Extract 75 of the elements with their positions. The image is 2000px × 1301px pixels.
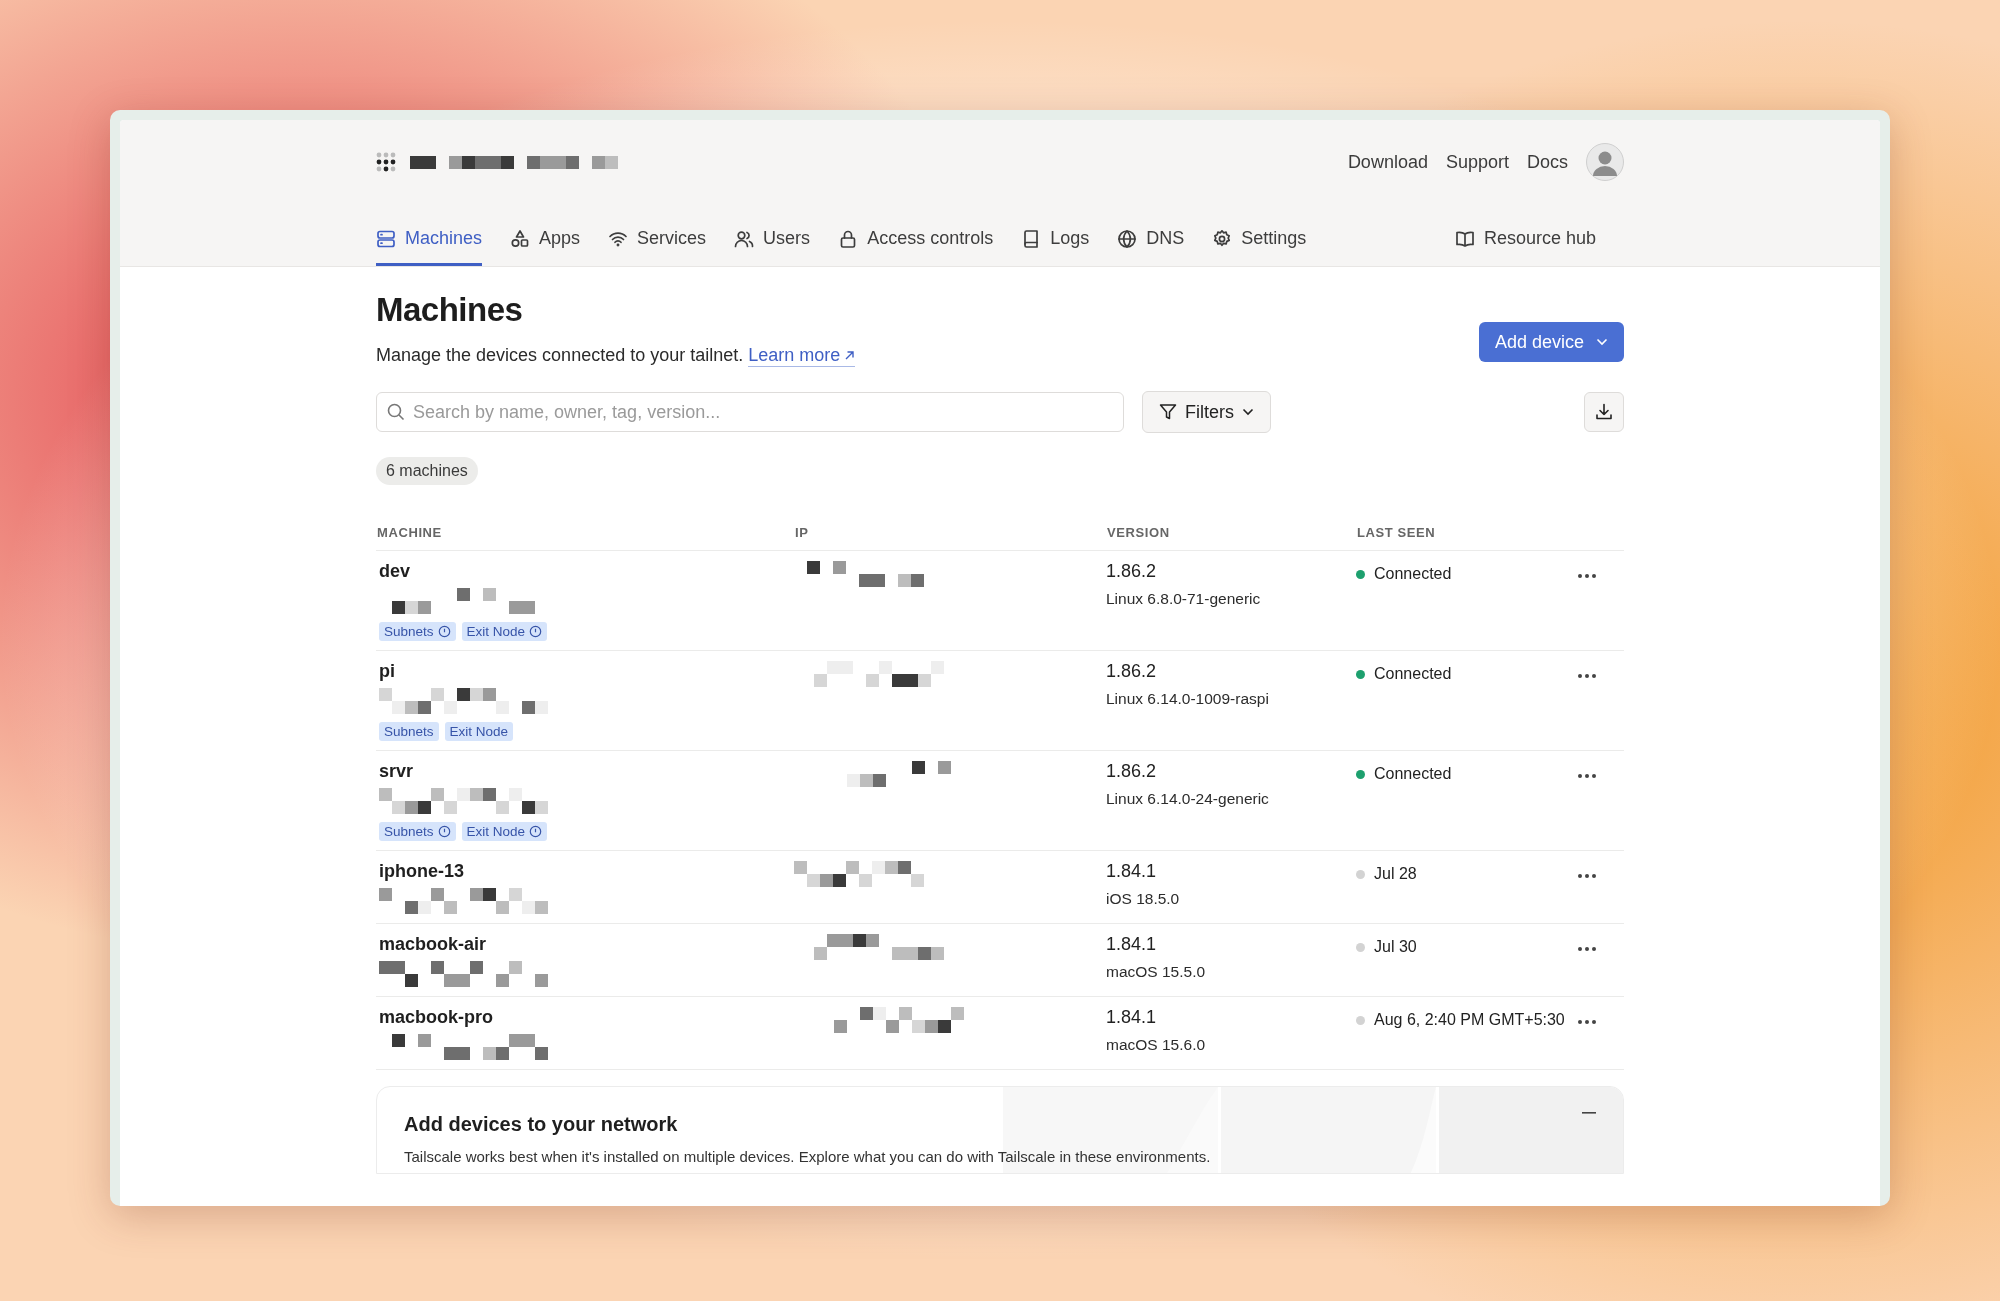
tag-badge: Exit Node <box>461 622 548 641</box>
nav-tab[interactable]: Settings <box>1212 228 1307 266</box>
learn-more-link[interactable]: Learn more <box>748 345 856 367</box>
machine-name: macbook-pro <box>379 1007 493 1028</box>
users-icon <box>734 228 755 249</box>
last-seen-text: Connected <box>1374 565 1452 583</box>
column-header: IP <box>794 525 1106 551</box>
settings-icon <box>1212 228 1233 249</box>
page-description: Manage the devices connected to your tailnet. Learn more <box>376 345 856 367</box>
page-title: Machines <box>376 291 523 329</box>
external-link-icon <box>844 350 856 361</box>
os-text: iOS 18.5.0 <box>1106 890 1181 908</box>
last-seen-text: Aug 6, 2:40 PM GMT+5:30 <box>1374 1011 1565 1029</box>
nav-tab[interactable]: Machines <box>376 228 483 266</box>
add-device-button[interactable]: Add device <box>1478 322 1624 362</box>
book-icon <box>1454 228 1475 249</box>
os-text: Linux 6.8.0-71-generic <box>1106 590 1262 608</box>
machine-name: dev <box>379 561 411 582</box>
machine-count-badge: 6 machines <box>376 457 478 485</box>
search-icon <box>387 403 405 421</box>
column-header: VERSION <box>1106 525 1356 551</box>
machine-name: iphone-13 <box>379 861 464 882</box>
logo-icon[interactable] <box>376 152 396 172</box>
version-text: 1.84.1 <box>1106 934 1158 955</box>
header-link[interactable]: Docs <box>1527 151 1568 173</box>
info-icon <box>529 825 543 838</box>
tag-badge: Exit Node <box>444 722 514 741</box>
os-text: Linux 6.14.0-24-generic <box>1106 790 1270 808</box>
avatar[interactable] <box>1586 143 1624 181</box>
header-link[interactable]: Download <box>1347 151 1428 173</box>
nav-tab[interactable]: Access controls <box>838 228 994 266</box>
info-icon <box>437 825 451 838</box>
os-text: Linux 6.14.0-1009-raspi <box>1106 690 1270 708</box>
column-header: MACHINE <box>376 525 794 551</box>
last-seen-text: Jul 30 <box>1374 938 1417 956</box>
caret-icon <box>1596 338 1608 346</box>
machine-name: srvr <box>379 761 414 782</box>
last-seen-text: Jul 28 <box>1374 865 1417 883</box>
last-seen-text: Connected <box>1374 765 1452 783</box>
nav-tab[interactable]: Services <box>608 228 707 266</box>
tag-badge: Subnets <box>379 622 456 641</box>
tag-badge: Exit Node <box>461 822 548 841</box>
os-text: macOS 15.6.0 <box>1106 1036 1207 1054</box>
version-text: 1.84.1 <box>1106 861 1158 882</box>
minus-icon <box>1581 1112 1597 1114</box>
version-text: 1.86.2 <box>1106 561 1158 582</box>
card-description: Tailscale works best when it's installed on multiple devices. Explore what you can do with Tailscale in these environments. <box>404 1148 1212 1165</box>
machine-name: pi <box>379 661 395 682</box>
info-icon <box>437 625 451 638</box>
resource-hub-link[interactable]: Resource hub <box>1454 228 1596 266</box>
shapes-icon <box>510 228 531 249</box>
filter-icon <box>1159 403 1177 421</box>
nav-tab[interactable]: DNS <box>1117 228 1185 266</box>
nav-tab[interactable]: Users <box>734 228 811 266</box>
download-button[interactable] <box>1584 392 1624 432</box>
search-field[interactable]: Search by name, owner, tag, version... <box>376 392 1124 432</box>
globe-icon <box>1117 228 1138 249</box>
nav-tab[interactable]: Apps <box>510 228 581 266</box>
column-header: LAST SEEN <box>1356 525 1576 551</box>
filters-button[interactable]: Filters <box>1142 391 1271 433</box>
card-title: Add devices to your network <box>404 1113 678 1136</box>
tag-badge: Subnets <box>379 822 456 841</box>
version-text: 1.86.2 <box>1106 761 1158 782</box>
version-text: 1.86.2 <box>1106 661 1158 682</box>
header-link[interactable]: Support <box>1445 151 1509 173</box>
last-seen-text: Connected <box>1374 665 1452 683</box>
machine-name: macbook-air <box>379 934 487 955</box>
version-text: 1.84.1 <box>1106 1007 1158 1028</box>
caret-icon <box>1242 408 1254 416</box>
tag-badge: Subnets <box>379 722 439 741</box>
os-text: macOS 15.5.0 <box>1106 963 1207 981</box>
info-icon <box>529 625 543 638</box>
download-icon <box>1594 402 1614 422</box>
server-icon <box>376 228 396 249</box>
nav-tab[interactable]: Logs <box>1021 228 1090 266</box>
